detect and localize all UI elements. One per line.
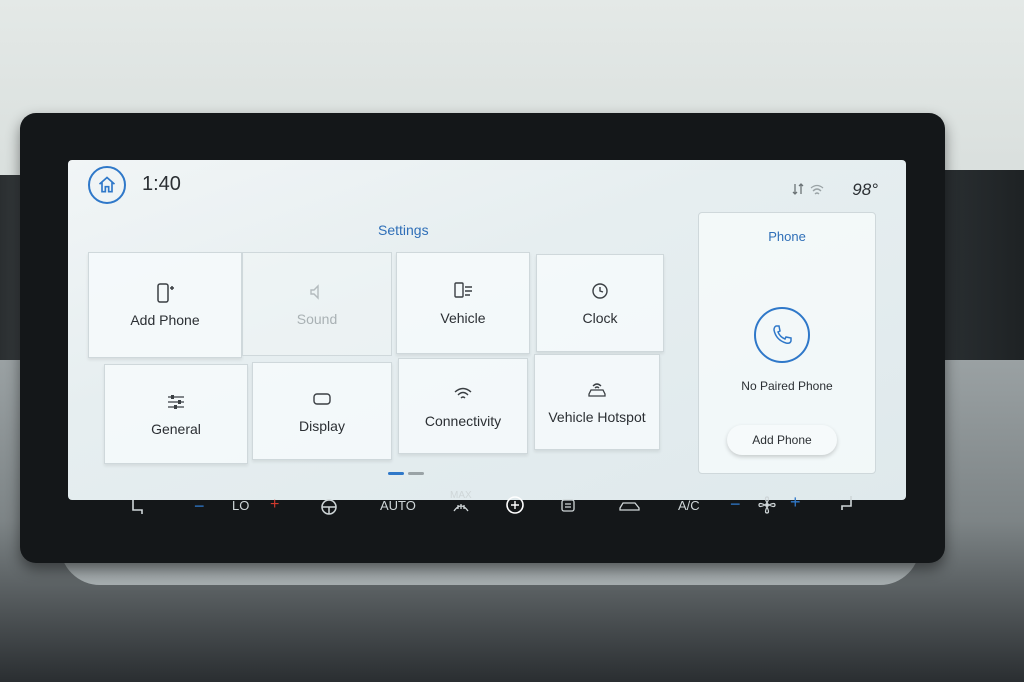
rear-defrost-button[interactable] <box>560 498 576 517</box>
tile-label: Display <box>299 418 345 434</box>
tile-label: Connectivity <box>424 413 502 429</box>
climate-control-bar: − LO + AUTO MAX A/C − + <box>90 484 880 536</box>
status-icons <box>792 182 824 201</box>
recirculate-car-icon <box>619 502 640 511</box>
page-indicator <box>388 472 424 475</box>
fan-icon <box>758 496 776 514</box>
settings-title: Settings <box>378 222 429 238</box>
steering-heat-button[interactable] <box>320 498 338 519</box>
vehicle-settings-icon <box>452 280 474 302</box>
tile-label: Vehicle <box>440 310 486 326</box>
phone-handset-icon <box>773 325 792 344</box>
tile-general[interactable]: General <box>104 364 248 464</box>
ac-button[interactable]: A/C <box>678 498 700 513</box>
outside-temperature: 98° <box>852 180 878 199</box>
signal-arrows-icon <box>792 182 804 201</box>
tile-label: Sound <box>296 311 338 327</box>
temp-down-button[interactable]: − <box>194 496 205 517</box>
clock-time: 1:40 <box>142 173 181 195</box>
seat-heat-icon <box>841 496 852 510</box>
display-icon <box>311 388 333 410</box>
wifi-icon <box>452 383 474 405</box>
home-icon <box>98 176 116 193</box>
tile-connectivity[interactable]: Connectivity <box>398 358 528 454</box>
recirculate-button[interactable] <box>618 498 642 515</box>
temp-up-button[interactable]: + <box>270 496 279 514</box>
tile-sound[interactable]: Sound <box>242 252 392 356</box>
phone-status-text: No Paired Phone <box>741 379 833 393</box>
fan-circulate-button[interactable] <box>504 494 526 519</box>
page-dot-active <box>388 472 404 475</box>
speaker-icon <box>306 281 328 303</box>
home-button[interactable] <box>88 166 126 204</box>
touchscreen: 1:40 98° Settings Add Phone Sound Vehicl… <box>68 160 906 500</box>
tile-display[interactable]: Display <box>252 362 392 460</box>
phone-add-icon <box>154 282 176 304</box>
max-defrost-label: MAX <box>450 490 472 501</box>
sliders-icon <box>165 391 187 413</box>
tile-label: Clock <box>582 310 618 326</box>
max-defrost-button[interactable]: MAX <box>450 490 472 516</box>
tile-vehicle[interactable]: Vehicle <box>396 252 530 354</box>
tile-clock[interactable]: Clock <box>536 254 664 352</box>
fan-down-button[interactable]: − <box>730 494 741 515</box>
hotspot-icon <box>586 379 608 401</box>
tile-vehicle-hotspot[interactable]: Vehicle Hotspot <box>534 354 660 450</box>
phone-panel: Phone No Paired Phone Add Phone <box>698 212 876 474</box>
fan-speed-button[interactable] <box>758 496 776 517</box>
seat-heat-icon <box>132 500 143 514</box>
steering-wheel-icon <box>321 499 337 515</box>
fan-level-display: LO <box>232 498 250 513</box>
phone-call-button[interactable] <box>754 307 810 363</box>
add-phone-button[interactable]: Add Phone <box>727 425 837 455</box>
seat-heat-passenger-button[interactable] <box>838 494 856 517</box>
rear-defrost-icon <box>561 499 575 512</box>
auto-climate-button[interactable]: AUTO <box>380 498 416 513</box>
defrost-icon <box>453 504 469 512</box>
clock-icon <box>589 280 611 302</box>
tile-label: Add Phone <box>130 312 200 328</box>
phone-panel-title: Phone <box>768 229 806 244</box>
circulation-icon <box>506 496 524 514</box>
page-dot <box>408 472 424 475</box>
tile-add-phone[interactable]: Add Phone <box>88 252 242 358</box>
seat-heat-driver-button[interactable] <box>128 498 146 521</box>
tile-label: Vehicle Hotspot <box>548 409 646 425</box>
fan-up-button[interactable]: + <box>790 492 801 513</box>
tile-label: General <box>151 421 201 437</box>
wifi-status-icon <box>810 183 824 201</box>
